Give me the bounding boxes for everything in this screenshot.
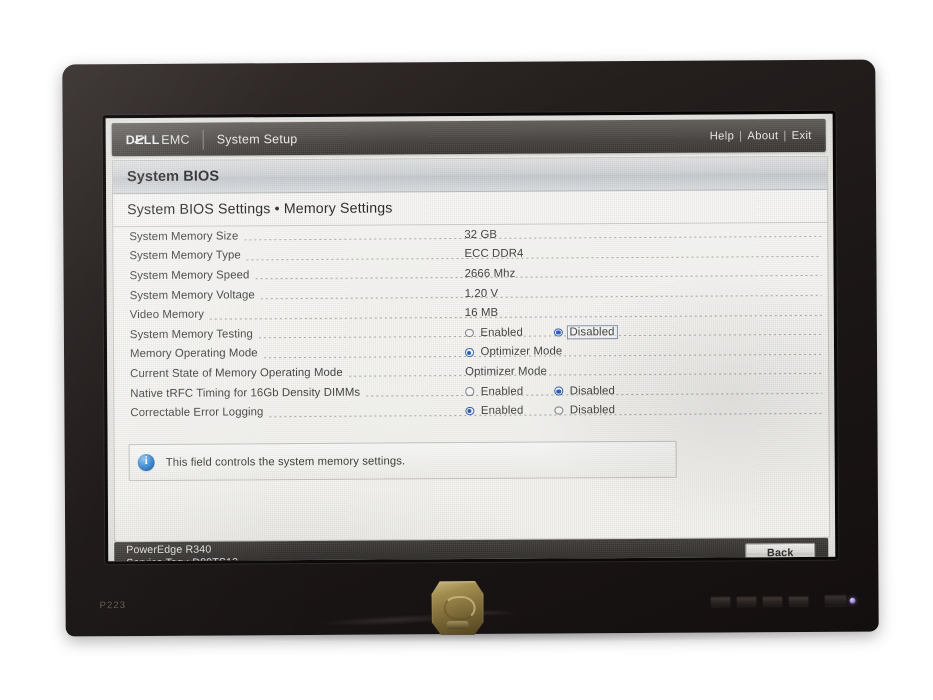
radio-label[interactable]: Enabled [479,405,526,417]
bios-setup-ui: D E LL EMC System Setup Help | About | Exit [106,114,836,562]
radio-label[interactable]: Optimizer Mode [478,346,564,359]
setting-value: 1.20 V [464,287,499,300]
system-identity: PowerEdge R340 Service Tag : D89TS13 [126,544,238,562]
radio-option[interactable]: Optimizer Mode [465,346,564,359]
setting-label: System Memory Testing [129,328,253,341]
radio-selected-icon[interactable] [465,406,474,416]
lcd-screen: D E LL EMC System Setup Help | About | Exit [105,113,836,562]
radio-option[interactable]: Disabled [553,324,618,340]
leader-dots [255,275,822,280]
system-model: PowerEdge R340 [126,543,212,557]
setting-label: System Memory Voltage [129,288,255,302]
setting-value: ECC DDR4 [464,248,524,261]
app-title: System Setup [216,131,298,147]
leader-dots [348,373,823,378]
settings-list: System Memory Size 32 GB System Memory Typ… [113,223,828,423]
setting-label: Native tRFC Timing for 16Gb Density DIMM… [130,386,361,400]
page-title: System BIOS [126,168,220,186]
setting-value-cell: Enabled Disabled [465,385,617,398]
leader-dots [246,255,822,261]
exit-link[interactable]: Exit [792,129,812,141]
setting-label: Correctable Error Logging [130,406,264,420]
radio-label[interactable]: Disabled [568,385,617,397]
radio-selected-icon[interactable] [553,327,563,337]
radio-unselected-icon[interactable] [554,406,563,415]
settings-page: System BIOS System BIOS Settings • Memor… [111,155,831,543]
breadcrumb: System BIOS Settings • Memory Settings [113,189,828,228]
radio-label[interactable]: Enabled [479,385,526,397]
about-link[interactable]: About [747,130,778,142]
setting-value-cell: Enabled Disabled [464,324,618,340]
logo-text-emc: EMC [161,132,190,147]
radio-selected-icon[interactable] [554,386,563,396]
power-button[interactable] [824,594,856,606]
service-tag: Service Tag : D89TS13 [126,556,238,561]
radio-label[interactable]: Disabled [568,404,617,416]
monitor-bezel-inner: D E LL EMC System Setup Help | About | Exit [102,110,839,565]
breadcrumb-text: System BIOS Settings • Memory Settings [127,200,393,219]
help-info-bar: This field controls the system memory se… [128,440,677,482]
radio-option[interactable]: Disabled [554,404,617,417]
power-led-indicator [849,597,856,604]
osd-button-2[interactable] [736,595,757,606]
monitor-chassis: D E LL EMC System Setup Help | About | Exit [62,59,879,637]
radio-option[interactable]: Enabled [464,326,525,339]
osd-button-group[interactable] [710,594,856,607]
logo-slashed-e: E [135,132,144,147]
setting-value-cell: Enabled Disabled [465,404,617,417]
setting-value: 2666 Mhz [464,267,516,281]
setting-label: System Memory Type [129,249,241,263]
osd-button-3[interactable] [762,595,783,606]
link-separator-1: | [739,129,743,142]
radio-option[interactable]: Disabled [554,385,617,397]
setting-value-cell: Optimizer Mode [465,346,564,359]
radio-option[interactable]: Enabled [465,405,525,417]
photo-stage: D E LL EMC System Setup Help | About | Exit [0,0,933,700]
setting-value-cell: 2666 Mhz [465,268,516,280]
radio-unselected-icon[interactable] [464,328,474,338]
logo-text-ll: LL [143,132,160,147]
dell-emc-logo: D E LL EMC [126,132,190,146]
radio-label[interactable]: Disabled [566,324,618,340]
setting-value-cell: Optimizer Mode [465,365,547,377]
setting-value-cell: 32 GB [464,229,497,241]
monitor-stand-mount [431,581,483,635]
radio-label[interactable]: Enabled [478,326,525,338]
info-icon [137,453,155,472]
footer-bar: PowerEdge R340 Service Tag : D89TS13 Bac… [114,537,829,562]
setting-value: 32 GB [464,228,498,241]
radio-unselected-icon[interactable] [465,387,474,396]
setting-value: 16 MB [464,307,499,320]
setting-label: Memory Operating Mode [129,347,258,361]
setting-label: System Memory Speed [129,269,250,283]
setting-value: Optimizer Mode [465,365,547,378]
radio-selected-icon[interactable] [465,348,474,357]
leader-dots [260,294,822,300]
help-text: This field controls the system memory se… [165,454,406,469]
link-separator-2: | [783,129,787,142]
setting-value-cell: 16 MB [465,307,498,319]
logo-text-d: D [125,132,136,147]
radio-option[interactable]: Enabled [465,385,525,397]
help-link[interactable]: Help [710,130,735,142]
setting-row[interactable]: Correctable Error Logging Enabled Disabled [114,399,828,423]
setting-label: Current State of Memory Operating Mode [130,366,343,381]
top-navigation-bar: D E LL EMC System Setup Help | About | Exit [111,118,826,157]
back-button[interactable]: Back [745,542,816,562]
osd-button-4[interactable] [788,595,809,606]
top-links: Help | About | Exit [710,129,812,142]
monitor-model-label: P223 [99,600,127,612]
setting-label: System Memory Size [129,230,239,243]
osd-button-1[interactable] [710,595,731,607]
setting-value-cell: 1.20 V [465,287,499,299]
logo-divider [202,129,204,150]
page-title-bar: System BIOS [112,156,828,195]
leader-dots [244,236,822,241]
setting-label: Video Memory [129,308,205,322]
setting-value-cell: ECC DDR4 [464,248,523,260]
leader-dots [210,314,822,320]
